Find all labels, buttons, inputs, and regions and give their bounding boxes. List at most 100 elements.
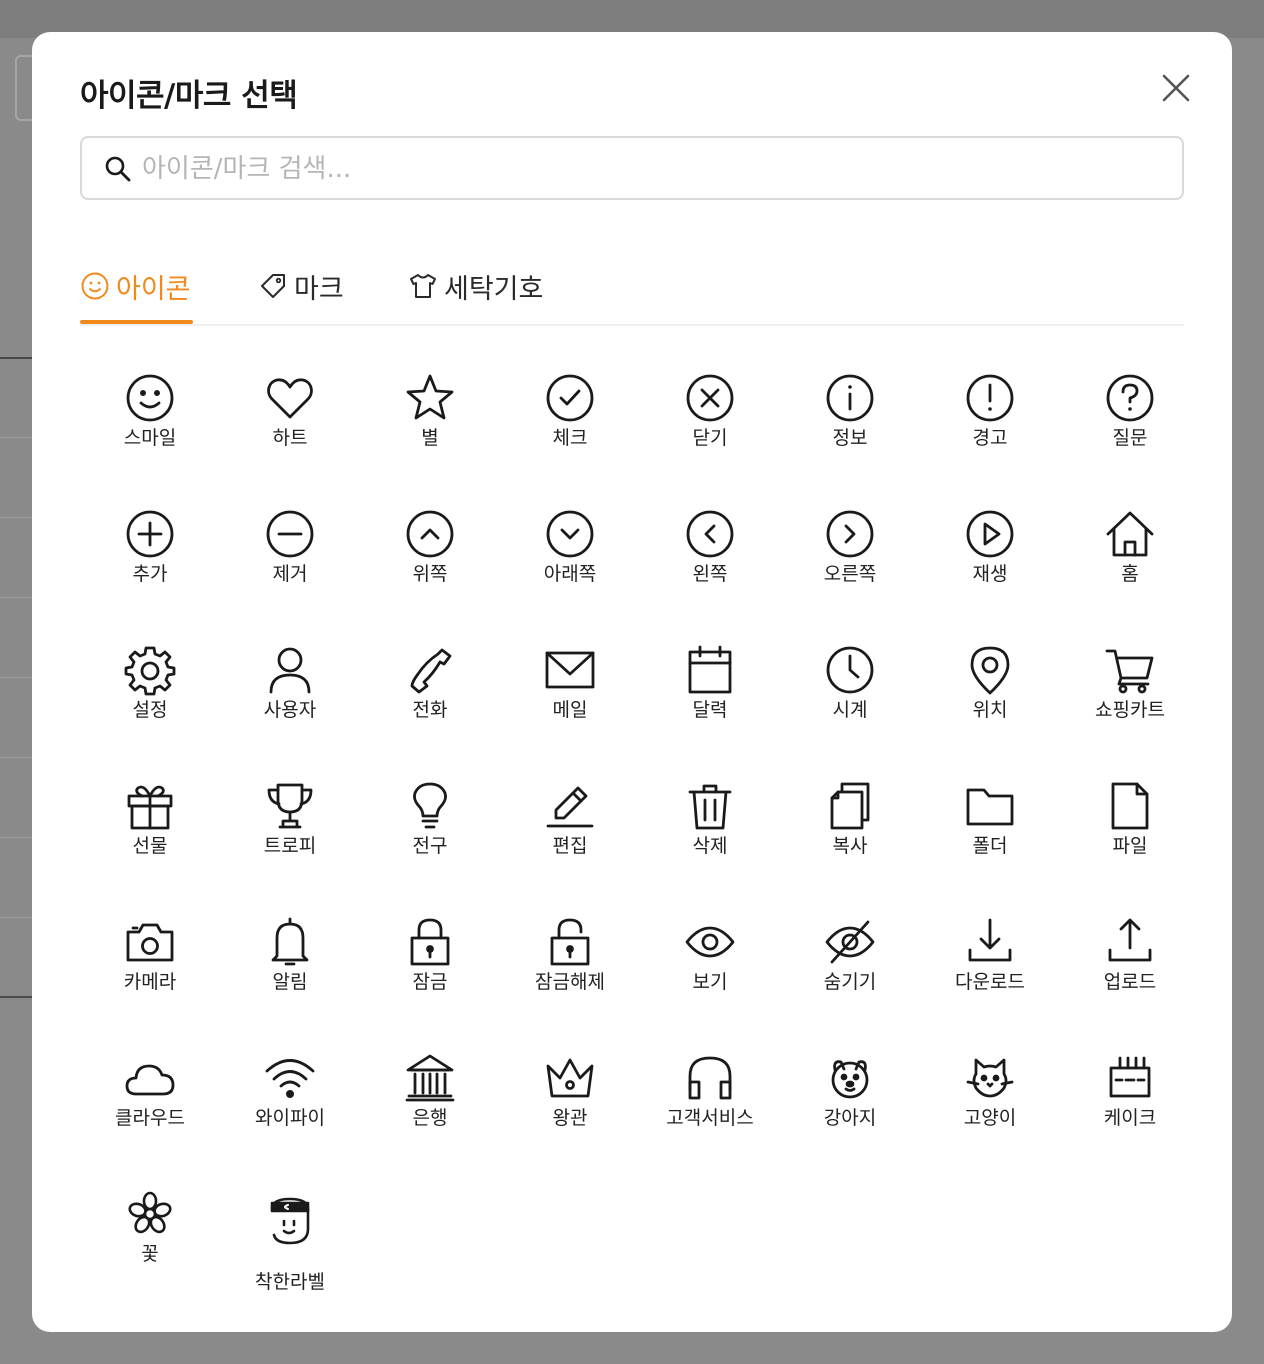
category-tabs: 아이콘 마크 세탁기호 — [80, 248, 1184, 326]
icon-option-view[interactable]: 보기 — [640, 900, 780, 1036]
icon-option-download[interactable]: 다운로드 — [920, 900, 1060, 1036]
icon-option-delete[interactable]: 삭제 — [640, 764, 780, 900]
icon-option-hide[interactable]: 숨기기 — [780, 900, 920, 1036]
icon-option-flower[interactable]: 꽃 — [80, 1172, 220, 1308]
icon-option-user[interactable]: 사용자 — [220, 628, 360, 764]
tab-icons[interactable]: 아이콘 — [80, 258, 191, 314]
trash-icon — [688, 784, 732, 830]
calendar-icon — [688, 645, 732, 694]
icon-option-right[interactable]: 오른쪽 — [780, 492, 920, 628]
icon-label: 전화 — [412, 699, 448, 721]
icon-option-location[interactable]: 위치 — [920, 628, 1060, 764]
icon-label: 질문 — [1112, 427, 1148, 449]
search-input[interactable] — [140, 138, 1164, 200]
icon-option-home[interactable]: 홈 — [1060, 492, 1200, 628]
icon-option-down[interactable]: 아래쪽 — [500, 492, 640, 628]
tab-marks[interactable]: 마크 — [258, 258, 344, 314]
icon-label: 쇼핑카트 — [1095, 699, 1165, 721]
icon-option-unlock[interactable]: 잠금해제 — [500, 900, 640, 1036]
icon-option-settings[interactable]: 설정 — [80, 628, 220, 764]
icon-label: 숨기기 — [823, 971, 877, 993]
icon-option-close[interactable]: 닫기 — [640, 356, 780, 492]
check-circle-icon — [546, 374, 594, 422]
icon-option-copy[interactable]: 복사 — [780, 764, 920, 900]
icon-option-clock[interactable]: 시계 — [780, 628, 920, 764]
icon-option-cat[interactable]: 고양이 — [920, 1036, 1060, 1172]
home-icon — [1106, 511, 1154, 557]
icon-label: 정보 — [832, 427, 868, 449]
chevron-up-circle-icon — [406, 510, 454, 558]
modal-title: 아이콘/마크 선택 — [80, 78, 298, 114]
icon-label: 선물 — [132, 835, 168, 857]
icon-label: 잠금 — [412, 971, 448, 993]
icon-option-question[interactable]: 질문 — [1060, 356, 1200, 492]
tab-laundry-symbols[interactable]: 세탁기호 — [408, 258, 543, 314]
icon-option-play[interactable]: 재생 — [920, 492, 1060, 628]
background-divider — [0, 917, 34, 918]
icon-option-add[interactable]: 추가 — [80, 492, 220, 628]
icon-label: 시계 — [832, 699, 868, 721]
icon-option-lightbulb[interactable]: 전구 — [360, 764, 500, 900]
icon-option-cart[interactable]: 쇼핑카트 — [1060, 628, 1200, 764]
icon-option-star[interactable]: 별 — [360, 356, 500, 492]
close-button[interactable] — [1156, 68, 1196, 108]
icon-option-calendar[interactable]: 달력 — [640, 628, 780, 764]
icon-label: 폴더 — [972, 835, 1008, 857]
star-icon — [406, 374, 454, 420]
icon-option-check[interactable]: 체크 — [500, 356, 640, 492]
icon-option-crown[interactable]: 왕관 — [500, 1036, 640, 1172]
icon-label: 전구 — [412, 835, 448, 857]
icon-option-wifi[interactable]: 와이파이 — [220, 1036, 360, 1172]
icon-label: 재생 — [972, 563, 1008, 585]
icon-option-remove[interactable]: 제거 — [220, 492, 360, 628]
icon-picker-modal: 아이콘/마크 선택 아이콘 마크 — [32, 32, 1232, 1332]
icon-option-phone[interactable]: 전화 — [360, 628, 500, 764]
icon-option-camera[interactable]: 카메라 — [80, 900, 220, 1036]
icon-option-bank[interactable]: 은행 — [360, 1036, 500, 1172]
icon-label: 닫기 — [692, 427, 728, 449]
icon-option-cake[interactable]: 케이크 — [1060, 1036, 1200, 1172]
lightbulb-icon — [413, 782, 447, 829]
icon-label: 케이크 — [1103, 1107, 1157, 1129]
warning-icon — [966, 374, 1014, 422]
icon-option-edit[interactable]: 편집 — [500, 764, 640, 900]
active-tab-indicator — [80, 320, 193, 324]
icon-option-warning[interactable]: 경고 — [920, 356, 1060, 492]
icon-option-bell[interactable]: 알림 — [220, 900, 360, 1036]
icon-label: 파일 — [1112, 835, 1148, 857]
bell-icon — [271, 917, 309, 966]
gift-icon — [127, 785, 173, 830]
icon-option-lock[interactable]: 잠금 — [360, 900, 500, 1036]
background-divider — [0, 837, 34, 838]
bank-icon — [405, 1054, 455, 1102]
search-box — [80, 136, 1184, 200]
wifi-icon — [265, 1059, 315, 1099]
chevron-right-circle-icon — [826, 510, 874, 558]
icon-label: 업로드 — [1103, 971, 1157, 993]
icon-option-cloud[interactable]: 클라우드 — [80, 1036, 220, 1172]
icon-option-customer-service[interactable]: 고객서비스 — [640, 1036, 780, 1172]
icon-option-folder[interactable]: 폴더 — [920, 764, 1060, 900]
icon-label: 체크 — [552, 427, 588, 449]
icon-label: 꽃 — [141, 1243, 159, 1265]
icon-option-good-label[interactable]: 착한라벨 — [220, 1172, 360, 1308]
icon-option-left[interactable]: 왼쪽 — [640, 492, 780, 628]
icon-option-smile[interactable]: 스마일 — [80, 356, 220, 492]
icon-option-trophy[interactable]: 트로피 — [220, 764, 360, 900]
icon-option-gift[interactable]: 선물 — [80, 764, 220, 900]
icon-option-upload[interactable]: 업로드 — [1060, 900, 1200, 1036]
icon-label: 왕관 — [552, 1107, 588, 1129]
icon-option-file[interactable]: 파일 — [1060, 764, 1200, 900]
icon-label: 편집 — [552, 835, 588, 857]
icon-label: 스마일 — [123, 427, 177, 449]
icon-option-dog[interactable]: 강아지 — [780, 1036, 920, 1172]
icon-option-up[interactable]: 위쪽 — [360, 492, 500, 628]
icon-option-heart[interactable]: 하트 — [220, 356, 360, 492]
icon-label: 알림 — [272, 971, 308, 993]
chevron-left-circle-icon — [686, 510, 734, 558]
icon-label: 사용자 — [263, 699, 317, 721]
clock-icon — [826, 646, 874, 694]
icon-option-mail[interactable]: 메일 — [500, 628, 640, 764]
shirt-icon — [410, 274, 436, 298]
icon-option-info[interactable]: 정보 — [780, 356, 920, 492]
